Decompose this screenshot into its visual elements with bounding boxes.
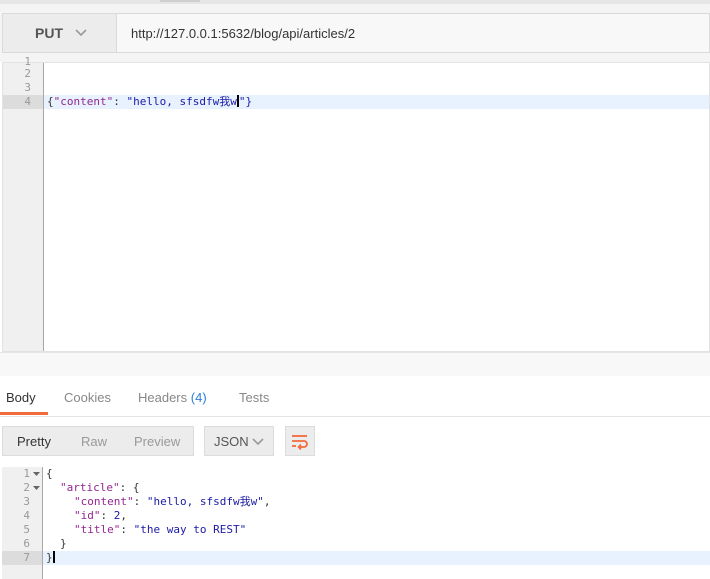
line-number: 3	[23, 495, 30, 508]
request-body-editor[interactable]: 1 2 3 4 {"content": "hello, sfsdfw我w "}	[2, 55, 710, 352]
tab-body[interactable]: Body	[6, 390, 36, 405]
brace: }	[46, 551, 53, 564]
colon: :	[113, 95, 127, 108]
json-key: "content"	[53, 95, 114, 108]
json-punct: : {	[119, 481, 140, 494]
response-line: 6 }	[2, 537, 710, 551]
code-text: }	[60, 537, 67, 550]
code-text: "content": "hello, sfsdfw我w",	[74, 495, 270, 509]
response-toolbar: Pretty Raw Preview JSON	[0, 417, 710, 467]
format-select[interactable]: JSON	[204, 426, 274, 456]
line-number: 1	[23, 467, 30, 480]
json-key: "article"	[60, 481, 120, 494]
method-label: PUT	[35, 25, 63, 41]
json-punct: :	[120, 523, 134, 536]
json-punct: :	[133, 495, 147, 508]
code-text: }	[46, 551, 55, 565]
chevron-down-icon	[75, 29, 87, 37]
headers-count: (4)	[190, 390, 207, 405]
json-string-end: "}	[238, 95, 253, 108]
chevron-down-icon	[252, 438, 264, 446]
line-number: 6	[23, 537, 30, 550]
fold-arrow-icon[interactable]	[33, 467, 40, 481]
response-line: 3 "content": "hello, sfsdfw我w",	[2, 495, 710, 509]
response-line: 5 "title": "the way to REST"	[2, 523, 710, 537]
code-text: {	[46, 467, 53, 480]
view-mode-group: Pretty Raw Preview	[2, 426, 194, 456]
json-key: "id"	[74, 509, 101, 522]
tab-tests[interactable]: Tests	[239, 390, 269, 405]
line-number: 2	[23, 481, 30, 494]
brace: {	[47, 95, 54, 108]
format-label: JSON	[214, 434, 249, 449]
code-text: "title": "the way to REST"	[74, 523, 246, 537]
response-line: 4 "id": 2,	[2, 509, 710, 523]
url-text: http://127.0.0.1:5632/blog/api/articles/…	[131, 26, 356, 41]
top-tab-strip	[0, 0, 710, 4]
response-line: 2 "article": {	[2, 481, 710, 495]
response-tabs: Body Cookies Headers (4) Tests	[0, 376, 710, 417]
json-string: "the way to REST"	[133, 523, 247, 536]
method-select[interactable]: PUT	[2, 13, 116, 53]
json-string: "hello, sfsdfw我w"	[146, 495, 264, 508]
editor-line-active[interactable]: 4 {"content": "hello, sfsdfw我w "}	[3, 95, 709, 109]
url-input[interactable]: http://127.0.0.1:5632/blog/api/articles/…	[116, 13, 710, 53]
response-line-active: 7 }	[2, 551, 710, 565]
line-number: 5	[23, 523, 30, 536]
code-text: "id": 2,	[74, 509, 127, 523]
tab-headers[interactable]: Headers (4)	[138, 390, 207, 405]
tab-cookies[interactable]: Cookies	[64, 390, 111, 405]
json-key: "title"	[74, 523, 121, 536]
json-punct: ,	[263, 495, 271, 508]
json-string: "hello, sfsdfw我w	[126, 95, 237, 108]
panel-divider[interactable]	[0, 352, 710, 377]
line-number: 3	[24, 81, 31, 94]
active-tab-indicator	[0, 412, 48, 415]
code-text: "article": {	[60, 481, 139, 495]
fold-arrow-icon[interactable]	[33, 481, 40, 495]
line-number: 4	[24, 95, 31, 108]
json-key: "content"	[74, 495, 134, 508]
code-text: {"content": "hello, sfsdfw我w "}	[47, 95, 252, 109]
tab-strip-segment	[160, 0, 200, 2]
wrap-lines-icon	[292, 435, 308, 450]
json-punct: :	[100, 509, 114, 522]
json-punct: ,	[120, 509, 127, 522]
request-bar: PUT http://127.0.0.1:5632/blog/api/artic…	[0, 0, 710, 62]
view-raw-button[interactable]: Raw	[81, 434, 107, 449]
view-preview-button[interactable]: Preview	[134, 434, 180, 449]
line-number: 2	[24, 67, 31, 80]
wrap-lines-button[interactable]	[285, 426, 315, 456]
tab-headers-label: Headers	[138, 390, 188, 405]
response-line: 1 {	[2, 467, 710, 481]
line-number: 4	[23, 509, 30, 522]
line-number: 7	[23, 551, 30, 564]
text-cursor	[52, 551, 55, 563]
view-pretty-button[interactable]: Pretty	[17, 434, 51, 449]
response-body[interactable]: 1 { 2 "article": { 3 "content": "hello, …	[0, 467, 710, 579]
